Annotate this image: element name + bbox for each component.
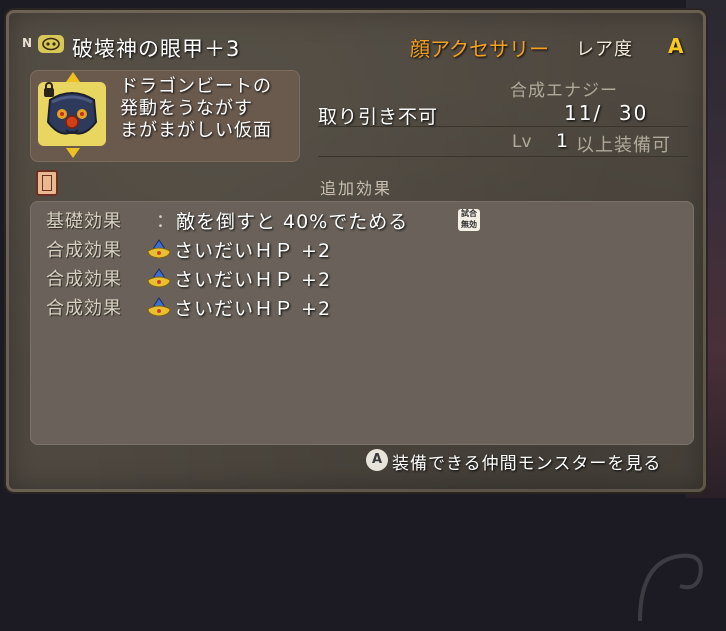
rarity-label: レア度 xyxy=(576,39,633,60)
effect-value: さいだいＨＰ +2 xyxy=(174,269,332,291)
item-category: 顔アクセサリー xyxy=(410,37,549,61)
divider xyxy=(318,156,688,157)
synthesis-gem-icon xyxy=(146,295,172,319)
energy-label: 合成エナジー xyxy=(510,81,618,101)
n-badge: N xyxy=(22,36,33,50)
a-button-icon[interactable]: A xyxy=(366,449,388,471)
effect-value: さいだいＨＰ +2 xyxy=(174,298,332,320)
item-name: 破壊神の眼甲＋3 xyxy=(72,37,241,61)
rarity-grade: A xyxy=(668,34,684,58)
book-icon[interactable] xyxy=(36,170,58,196)
match-invalid-badge: 試合 無効 xyxy=(458,209,480,231)
effect-label: 合成効果 xyxy=(46,240,122,261)
level-label: Lv xyxy=(512,132,532,152)
item-description: ドラゴンビートの 発動をうながす まがまがしい仮面 xyxy=(120,76,272,142)
description-line: 発動をうながす xyxy=(120,98,253,119)
level-requirement: 以上装備可 xyxy=(576,135,671,156)
arrow-down-icon[interactable] xyxy=(66,148,80,158)
effect-label: 基礎効果 xyxy=(46,211,122,232)
mask-category-icon xyxy=(38,35,64,53)
effect-colon: ： xyxy=(156,211,174,232)
description-line: まがまがしい仮面 xyxy=(120,120,272,141)
energy-value: 11/ 30 xyxy=(564,101,649,125)
decorative-swirl xyxy=(638,553,703,622)
effect-label: 合成効果 xyxy=(46,298,122,319)
level-value: 1 xyxy=(556,130,569,152)
divider xyxy=(318,126,688,127)
description-line: ドラゴンビートの xyxy=(120,76,272,97)
arrow-up-icon[interactable] xyxy=(66,72,80,82)
extra-effects-title: 追加効果 xyxy=(320,179,393,198)
effects-box xyxy=(30,201,703,622)
trade-status: 取り引き不可 xyxy=(318,106,439,128)
synthesis-gem-icon xyxy=(146,266,172,290)
view-monsters-label[interactable]: 装備できる仲間モンスターを見る xyxy=(392,449,661,474)
synthesis-gem-icon xyxy=(146,237,172,261)
effect-label: 合成効果 xyxy=(46,269,122,290)
effect-value: さいだいＨＰ +2 xyxy=(174,240,332,262)
lock-icon xyxy=(44,82,54,97)
effect-value: 敵を倒すと 40%でためる xyxy=(176,211,409,233)
